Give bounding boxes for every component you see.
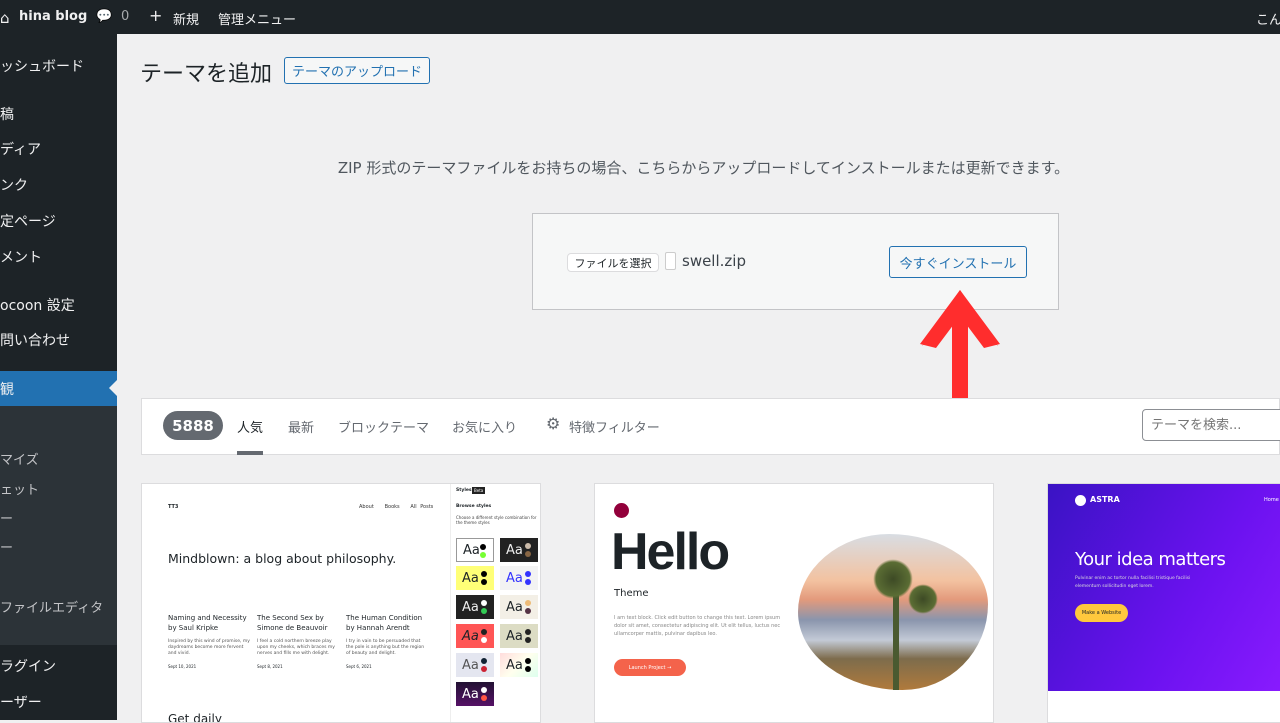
active-caret-icon: [109, 380, 117, 396]
sidebar-item-comments[interactable]: メント: [0, 247, 42, 267]
upload-theme-button[interactable]: テーマのアップロード: [284, 57, 430, 84]
submenu-widgets[interactable]: ェット: [0, 479, 39, 498]
sidebar-item-appearance-active[interactable]: [0, 371, 117, 406]
panel-back: Browse styles: [456, 504, 492, 509]
tt3-nav-item: All Posts: [410, 504, 434, 510]
hello-subtitle: Theme: [614, 588, 649, 599]
post-excerpt: I try in vain to be persuaded that the p…: [346, 639, 425, 656]
tt3-headline: Mindblown: a blog about philosophy.: [168, 551, 397, 566]
install-now-button[interactable]: 今すぐインストール: [889, 246, 1027, 278]
style-swatch: Aa: [456, 682, 494, 706]
post-title: Naming and Necessity by Saul Kripke: [168, 614, 247, 632]
astra-logo: ASTRA: [1090, 495, 1120, 504]
launch-project-button: Launch Project →: [614, 659, 686, 676]
admin-sidebar: ッシュボード 稿 ディア ンク 定ページ メント ocoon 設定 問い合わせ …: [0, 34, 117, 720]
style-swatch: Aa: [500, 538, 538, 562]
style-swatch: Aa: [456, 566, 494, 590]
tt3-nav: About Books All Posts: [359, 504, 433, 510]
astra-text: Pulvinar enim ac tortor nulla facilisi t…: [1075, 576, 1191, 589]
hello-title: Hello: [611, 523, 730, 581]
tab-block-themes[interactable]: ブロックテーマ: [338, 417, 429, 436]
tt3-post: The Second Sex by Simone de Beauvoir I fe…: [257, 613, 339, 672]
tt3-post: The Human Condition by Hannah Arendt I tr…: [346, 613, 428, 672]
post-date: Sept 10, 2021: [168, 664, 197, 669]
theme-card-tt3[interactable]: TT3 About Books All Posts Mindblown: a b…: [141, 483, 541, 723]
submenu-customize[interactable]: マイズ: [0, 449, 39, 468]
post-date: Sept 8, 2021: [257, 664, 283, 669]
sidebar-item-users[interactable]: ーザー: [0, 692, 42, 712]
greeting[interactable]: こん: [1256, 9, 1280, 28]
sidebar-item-posts[interactable]: 稿: [0, 104, 14, 124]
new-link[interactable]: 新規: [173, 9, 199, 28]
tab-latest[interactable]: 最新: [288, 417, 314, 436]
comment-icon[interactable]: 💬: [96, 9, 112, 24]
sidebar-item-media[interactable]: ディア: [0, 139, 41, 159]
panel-desc: Choose a different style combination for…: [456, 515, 537, 525]
elementor-logo-icon: [614, 503, 629, 518]
site-name-link[interactable]: hina blog: [19, 9, 87, 24]
comment-count[interactable]: 0: [121, 9, 129, 24]
hello-text: I am text block. Click edit button to ch…: [614, 615, 781, 637]
feature-filter-button[interactable]: 特徴フィルター: [569, 417, 660, 436]
tt3-footer-heading: Get daily: [168, 712, 222, 723]
theme-card-astra[interactable]: ASTRA Home Your idea matters Pulvinar en…: [1047, 483, 1280, 723]
astra-headline: Your idea matters: [1075, 549, 1226, 570]
style-swatch: Aa: [500, 566, 538, 590]
style-swatch: Aa: [456, 538, 494, 562]
tt3-logo: TT3: [168, 504, 179, 510]
cactus-photo: [798, 534, 988, 690]
upload-description: ZIP 形式のテーマファイルをお持ちの場合、こちらからアップロードしてインストー…: [337, 159, 1070, 177]
panel-badge: Beta: [472, 487, 486, 494]
theme-count-badge: 5888: [163, 411, 223, 440]
style-swatch: Aa: [456, 653, 494, 677]
cactus-head: [908, 584, 938, 614]
sidebar-item-plugins[interactable]: ラグイン: [0, 656, 56, 676]
tt3-styles-panel: Styles Beta Browse styles Choose a diffe…: [450, 484, 540, 722]
submenu-menus[interactable]: ー: [0, 508, 13, 527]
theme-card-hello[interactable]: Hello Theme I am text block. Click edit …: [594, 483, 994, 723]
post-title: The Human Condition by Hannah Arendt: [346, 614, 423, 632]
sidebar-item-contact[interactable]: 問い合わせ: [0, 330, 70, 350]
make-website-button: Make a Website: [1075, 604, 1128, 622]
cactus-head: [873, 559, 913, 599]
post-date: Sept 6, 2021: [346, 664, 372, 669]
tt3-nav-item: Books: [384, 504, 400, 510]
admin-menu-link[interactable]: 管理メニュー: [218, 9, 296, 28]
selected-file-name: swell.zip: [682, 252, 746, 270]
choose-file-button[interactable]: ファイルを選択: [567, 253, 659, 272]
sidebar-item-appearance[interactable]: 観: [0, 379, 14, 399]
post-excerpt: I feel a cold northern breeze play upon …: [257, 639, 335, 656]
tab-active-indicator: [237, 451, 263, 455]
theme-search-input[interactable]: [1142, 409, 1280, 441]
tab-favorites[interactable]: お気に入り: [452, 417, 517, 436]
style-swatch: Aa: [500, 653, 538, 677]
post-excerpt: Inspired by this wind of promise, my day…: [168, 639, 250, 656]
gear-icon[interactable]: ⚙: [546, 414, 560, 433]
style-swatch: Aa: [456, 624, 494, 648]
theme-filter-bar: 5888 人気 最新 ブロックテーマ お気に入り ⚙ 特徴フィルター: [141, 398, 1280, 455]
sidebar-item-dashboard[interactable]: ッシュボード: [0, 56, 84, 76]
tt3-nav-item: About: [359, 504, 374, 510]
sidebar-item-pages[interactable]: 定ページ: [0, 211, 56, 231]
home-icon[interactable]: ⌂: [0, 9, 10, 27]
panel-title: Styles: [456, 488, 472, 493]
plus-icon[interactable]: +: [149, 6, 162, 25]
style-swatch: Aa: [500, 624, 538, 648]
astra-nav-home: Home: [1264, 497, 1279, 503]
style-swatch: Aa: [456, 595, 494, 619]
tab-popular[interactable]: 人気: [237, 417, 263, 436]
submenu-theme-file-editor[interactable]: ファイルエディタ: [0, 597, 103, 616]
astra-hero: ASTRA Home Your idea matters Pulvinar en…: [1048, 484, 1280, 691]
page-title: テーマを追加: [140, 62, 273, 87]
file-icon: [665, 252, 676, 270]
tt3-post: Naming and Necessity by Saul Kripke Inspi…: [168, 613, 250, 672]
admin-bar: ⌂ hina blog 💬 0 + 新規 管理メニュー こん: [0, 0, 1280, 34]
sidebar-item-links[interactable]: ンク: [0, 175, 28, 195]
post-title: The Second Sex by Simone de Beauvoir: [257, 614, 328, 632]
sidebar-item-cocoon[interactable]: ocoon 設定: [0, 295, 75, 315]
submenu-header[interactable]: ー: [0, 537, 13, 556]
astra-logo-icon: [1075, 495, 1086, 506]
style-swatch: Aa: [500, 595, 538, 619]
